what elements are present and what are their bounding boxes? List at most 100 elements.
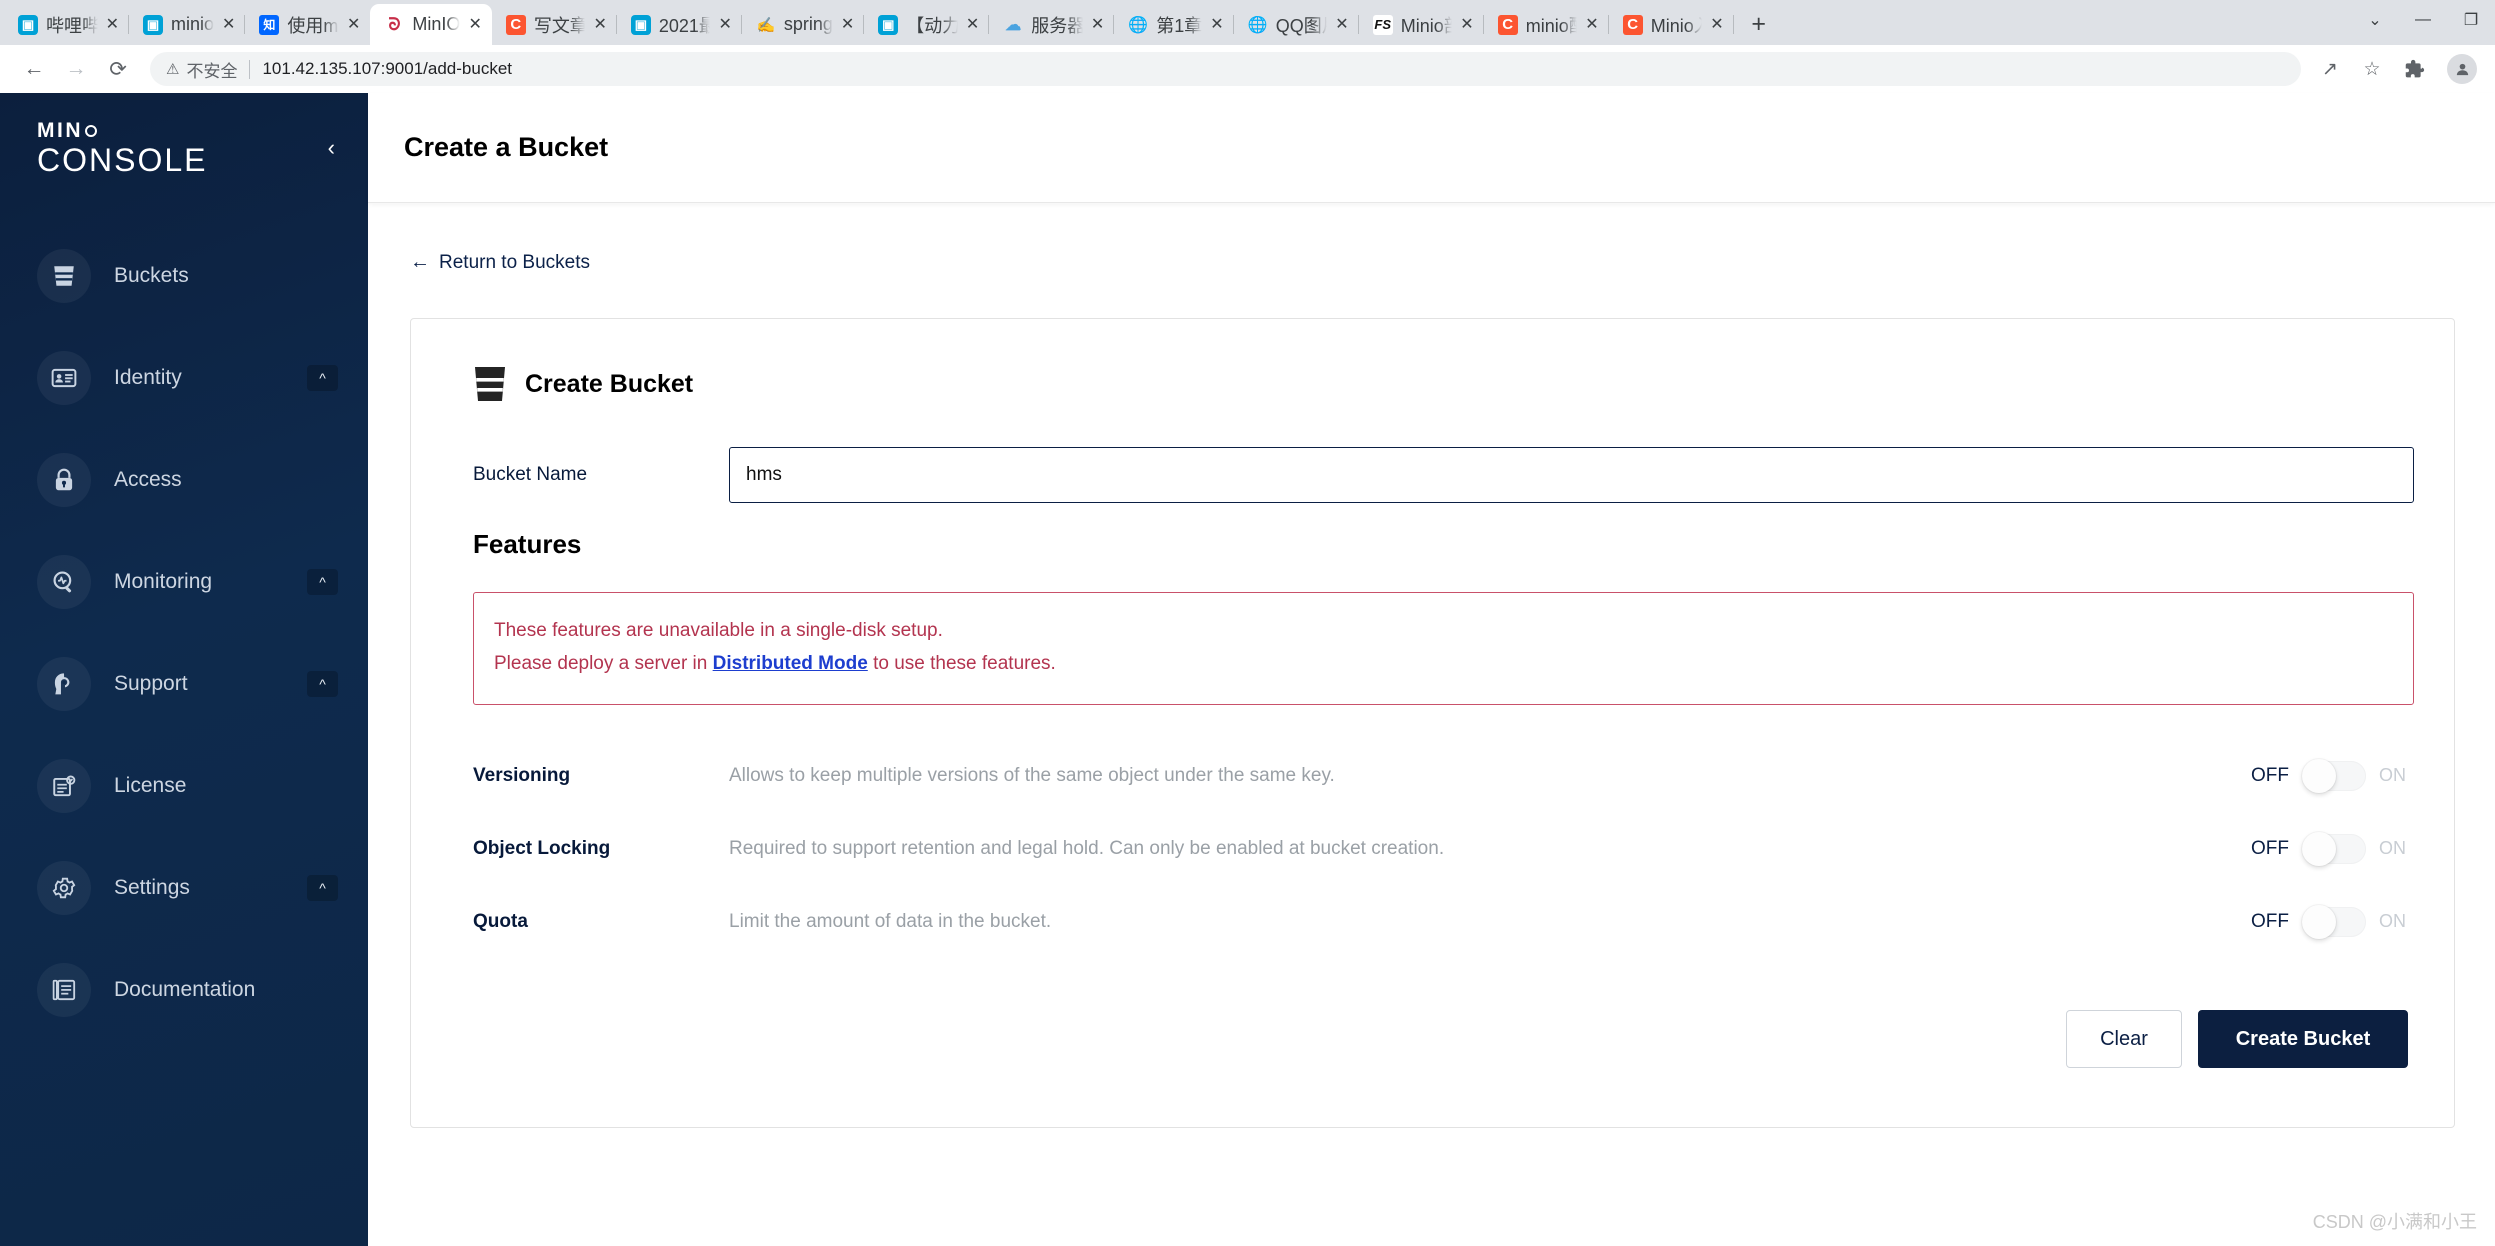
alert-line-2: Please deploy a server in Distributed Mo…	[494, 648, 2389, 681]
sidebar-item-label: Access	[114, 468, 338, 492]
minimize-button[interactable]: —	[2399, 0, 2447, 40]
sidebar-item-label: Support	[114, 672, 284, 696]
feature-row: Object LockingRequired to support retent…	[473, 812, 2414, 885]
distributed-mode-alert: These features are unavailable in a sing…	[473, 592, 2414, 705]
bilibili-icon: ▣	[143, 15, 163, 35]
browser-tab[interactable]: ▣minio✕	[129, 4, 245, 45]
share-icon[interactable]: ↗	[2311, 50, 2349, 88]
browser-tab[interactable]: 🌐QQ图片✕	[1234, 4, 1359, 45]
sidebar-item-settings[interactable]: Settings^	[0, 837, 368, 939]
back-button[interactable]: ←	[14, 49, 54, 89]
address-bar[interactable]: ⚠ 不安全 101.42.135.107:9001/add-bucket	[150, 52, 2301, 86]
sidebar-logo[interactable]: MIN CONSOLE ‹	[0, 93, 368, 203]
cloud-icon: ☁	[1003, 15, 1023, 35]
chevron-up-icon[interactable]: ^	[307, 365, 338, 391]
bucket-name-row: Bucket Name	[473, 447, 2414, 503]
tab-close-icon[interactable]: ✕	[1710, 17, 1723, 33]
chevron-up-icon[interactable]: ^	[307, 671, 338, 697]
sidebar-item-monitoring[interactable]: Monitoring ^	[0, 531, 368, 633]
toggle-off-label: OFF	[2251, 765, 2289, 787]
back-arrow-icon: ←	[410, 251, 430, 274]
tab-close-icon[interactable]: ✕	[106, 17, 119, 33]
sidebar-item-buckets[interactable]: Buckets	[0, 225, 368, 327]
globe-icon: 🌐	[1248, 15, 1268, 35]
browser-tab[interactable]: Cminio配✕	[1484, 4, 1609, 45]
sidebar-item-label: Monitoring	[114, 570, 284, 594]
toggle-on-label: ON	[2379, 838, 2406, 859]
minio-console-logo: MIN CONSOLE	[37, 120, 207, 176]
maximize-button[interactable]: ❐	[2447, 0, 2495, 40]
extensions-puzzle-icon[interactable]	[2395, 50, 2433, 88]
tab-close-icon[interactable]: ✕	[468, 17, 481, 33]
bookmark-star-icon[interactable]: ☆	[2353, 50, 2391, 88]
tab-title: Minio部	[1401, 12, 1453, 38]
tab-close-icon[interactable]: ✕	[1091, 17, 1104, 33]
browser-tab[interactable]: ▣哔哩哔✕	[4, 4, 129, 45]
reload-button[interactable]: ⟳	[98, 49, 138, 89]
browser-tab[interactable]: ☁ 服务器 ✕	[989, 4, 1114, 45]
bucket-name-label: Bucket Name	[473, 464, 729, 486]
tab-close-icon[interactable]: ✕	[1210, 17, 1223, 33]
sidebar-item-identity[interactable]: Identity^	[0, 327, 368, 429]
fs-icon: FS	[1373, 15, 1393, 35]
distributed-mode-link[interactable]: Distributed Mode	[713, 653, 868, 674]
browser-tab[interactable]: C写文章✕	[492, 4, 617, 45]
feature-row: VersioningAllows to keep multiple versio…	[473, 739, 2414, 812]
tab-close-icon[interactable]: ✕	[718, 17, 731, 33]
tab-title: 服务器	[1031, 12, 1083, 38]
main-region: Create a Bucket ← Return to Buckets	[368, 93, 2495, 1246]
browser-tab[interactable]: 知使用mi✕	[245, 4, 370, 45]
sidebar-collapse-button[interactable]: ‹	[328, 137, 335, 159]
tab-title: minio配	[1526, 12, 1578, 38]
sidebar-item-label: Documentation	[114, 978, 338, 1002]
browser-tab[interactable]: FS Minio部 ✕	[1359, 4, 1484, 45]
new-tab-button[interactable]: +	[1740, 5, 1778, 43]
tab-title: MinIO	[412, 14, 460, 35]
sidebar-nav: BucketsIdentity^AccessMonitoring^Support…	[0, 203, 368, 1041]
browser-tab[interactable]: ▣【动力✕	[864, 4, 989, 45]
minio-o-ring	[85, 125, 97, 137]
return-to-buckets-link[interactable]: ← Return to Buckets	[410, 251, 590, 274]
features-list: VersioningAllows to keep multiple versio…	[473, 739, 2414, 958]
browser-tab[interactable]: ▣2021最✕	[617, 4, 742, 45]
chevron-up-icon[interactable]: ^	[307, 875, 338, 901]
chevron-up-icon[interactable]: ^	[307, 569, 338, 595]
bucket-name-input[interactable]	[729, 447, 2414, 503]
browser-tab[interactable]: 🌐第1章✕	[1114, 4, 1233, 45]
csdn-icon: C	[506, 15, 526, 35]
sidebar-item-documentation[interactable]: Documentation	[0, 939, 368, 1041]
browser-tab[interactable]: CMinio入✕	[1609, 4, 1734, 45]
not-secure-warning-icon: ⚠	[166, 60, 179, 78]
tab-title: 【动力	[906, 12, 958, 38]
card-actions: Clear Create Bucket	[473, 1010, 2414, 1068]
feature-toggle-switch[interactable]	[2302, 834, 2366, 864]
tab-close-icon[interactable]: ✕	[593, 17, 606, 33]
tab-close-icon[interactable]: ✕	[1585, 17, 1598, 33]
features-heading: Features	[473, 529, 2414, 560]
feature-toggle-group: OFFON	[2251, 907, 2414, 937]
clear-button[interactable]: Clear	[2066, 1010, 2182, 1068]
tab-close-icon[interactable]: ✕	[222, 17, 235, 33]
feature-name: Versioning	[473, 765, 729, 787]
forward-button[interactable]: →	[56, 49, 96, 89]
sidebar-item-license[interactable]: License	[0, 735, 368, 837]
sidebar-item-support[interactable]: Support ^	[0, 633, 368, 735]
license-doc-icon	[37, 759, 91, 813]
browser-tab[interactable]: ✍spring✕	[742, 4, 864, 45]
tab-list-button[interactable]: ⌄	[2351, 0, 2399, 40]
alert-line-1: These features are unavailable in a sing…	[494, 615, 2389, 648]
tab-close-icon[interactable]: ✕	[966, 17, 979, 33]
support-headset-icon	[37, 657, 91, 711]
tab-close-icon[interactable]: ✕	[1460, 17, 1473, 33]
bilibili-icon: ▣	[18, 15, 38, 35]
not-secure-label: 不安全	[186, 57, 237, 82]
tab-close-icon[interactable]: ✕	[841, 17, 854, 33]
create-bucket-button[interactable]: Create Bucket	[2198, 1010, 2408, 1068]
profile-avatar[interactable]	[2447, 54, 2477, 84]
tab-close-icon[interactable]: ✕	[347, 17, 360, 33]
feature-toggle-switch[interactable]	[2302, 761, 2366, 791]
sidebar-item-access[interactable]: Access	[0, 429, 368, 531]
feature-toggle-switch[interactable]	[2302, 907, 2366, 937]
browser-tab[interactable]: ᘐMinIO✕	[370, 4, 491, 45]
tab-close-icon[interactable]: ✕	[1335, 17, 1348, 33]
